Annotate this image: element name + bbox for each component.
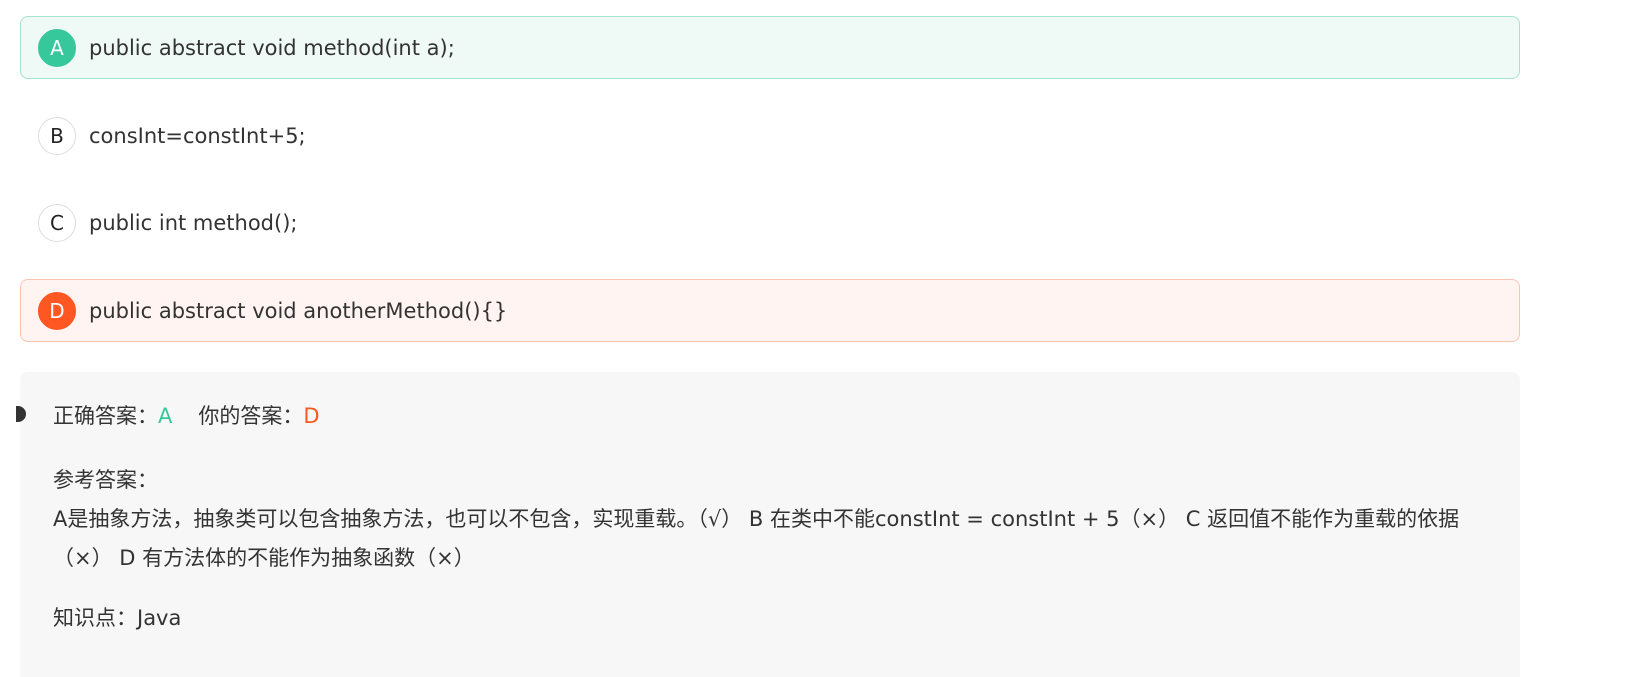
option-d-text: public abstract void anotherMethod(){} — [89, 298, 508, 323]
knowledge-point-label: 知识点： — [53, 606, 137, 630]
question-options-panel: A public abstract void method(int a); B … — [0, 0, 1646, 677]
knowledge-point-value: Java — [137, 606, 182, 630]
reference-answer-body: A是抽象方法，抽象类可以包含抽象方法，也可以不包含，实现重载。（√） B 在类中… — [53, 507, 1460, 570]
option-d[interactable]: D public abstract void anotherMethod(){} — [20, 279, 1520, 342]
option-c-badge: C — [38, 203, 76, 242]
answer-summary: 正确答案：A 你的答案：D — [53, 400, 320, 430]
analysis-marker-icon — [16, 406, 26, 422]
option-d-badge: D — [38, 291, 76, 330]
correct-answer-value: A — [158, 404, 173, 428]
option-a-text: public abstract void method(int a); — [89, 35, 455, 60]
option-a[interactable]: A public abstract void method(int a); — [20, 16, 1520, 79]
option-a-badge: A — [38, 28, 76, 67]
option-b-badge: B — [38, 116, 76, 155]
reference-answer-title: 参考答案： — [53, 468, 158, 492]
option-b-text: consInt=constInt+5; — [89, 123, 306, 148]
option-b[interactable]: B consInt=constInt+5; — [20, 104, 1520, 167]
your-answer-value: D — [303, 404, 320, 428]
correct-answer-label: 正确答案： — [53, 404, 158, 428]
option-c[interactable]: C public int method(); — [20, 191, 1520, 254]
answer-analysis-box: 正确答案：A 你的答案：D 参考答案： A是抽象方法，抽象类可以包含抽象方法，也可… — [16, 372, 1520, 677]
knowledge-point: 知识点：Java — [53, 602, 181, 632]
option-c-text: public int method(); — [89, 210, 298, 235]
your-answer-label: 你的答案： — [198, 404, 304, 428]
